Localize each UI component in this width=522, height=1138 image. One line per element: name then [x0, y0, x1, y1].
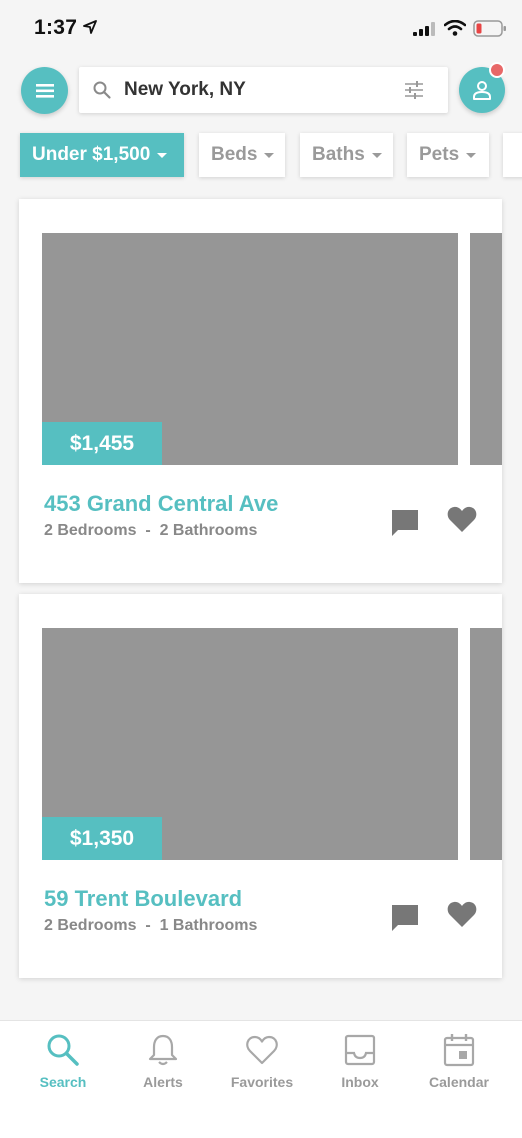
search-bar[interactable]: New York, NY: [79, 67, 448, 113]
search-icon: [47, 1034, 79, 1066]
filter-bar: Under $1,500 Beds Baths Pets: [0, 133, 522, 179]
tab-favorites[interactable]: Favorites: [217, 1033, 307, 1090]
filter-chip-baths[interactable]: Baths: [300, 133, 393, 177]
bottom-tab-bar: Search Alerts Favorites Inbox Calendar: [0, 1020, 522, 1138]
tab-search[interactable]: Search: [18, 1033, 108, 1090]
search-icon: [93, 81, 111, 99]
listing-address[interactable]: 453 Grand Central Ave: [44, 491, 278, 517]
filter-chip-beds[interactable]: Beds: [199, 133, 285, 177]
favorite-heart-icon[interactable]: [447, 505, 477, 533]
listing-price: $1,455: [42, 422, 162, 465]
listing-bathrooms: 2 Bathrooms: [159, 522, 258, 539]
filter-chip-label: Under $1,500: [32, 144, 151, 165]
listing-details: 2 Bedrooms - 2 Bathrooms: [44, 522, 257, 540]
location-arrow-icon: [83, 20, 97, 34]
filter-chip-label: Pets: [419, 144, 460, 165]
filter-chip-label: Baths: [312, 144, 365, 165]
filter-settings-icon[interactable]: [404, 81, 424, 99]
tab-calendar[interactable]: Calendar: [414, 1033, 504, 1090]
calendar-icon: [443, 1034, 475, 1067]
caret-down-icon: [157, 152, 168, 158]
tab-alerts[interactable]: Alerts: [118, 1033, 208, 1090]
message-icon[interactable]: [390, 903, 420, 933]
caret-down-icon: [466, 152, 477, 158]
filter-chip-more[interactable]: [503, 133, 522, 177]
favorite-heart-icon[interactable]: [447, 900, 477, 928]
listing-photo-next[interactable]: [470, 628, 502, 860]
filter-chip-pets[interactable]: Pets: [407, 133, 489, 177]
tab-label: Search: [39, 1074, 87, 1090]
status-bar: 1:37: [0, 0, 522, 58]
listing-bathrooms: 1 Bathrooms: [159, 917, 258, 934]
menu-button[interactable]: [21, 67, 68, 114]
user-icon: [473, 81, 491, 100]
menu-icon: [35, 83, 54, 98]
inbox-icon: [344, 1034, 376, 1066]
listing-card[interactable]: $1,455 453 Grand Central Ave 2 Bedrooms …: [19, 199, 502, 583]
wifi-icon: [444, 20, 466, 36]
filter-chip-label: Beds: [211, 144, 258, 165]
battery-icon: [473, 20, 506, 37]
search-input[interactable]: New York, NY: [124, 79, 246, 101]
tab-inbox[interactable]: Inbox: [315, 1033, 405, 1090]
details-separator: -: [145, 522, 151, 539]
listing-details: 2 Bedrooms - 1 Bathrooms: [44, 917, 257, 935]
caret-down-icon: [371, 152, 382, 158]
listing-price: $1,350: [42, 817, 162, 860]
notification-badge: [489, 62, 505, 78]
tab-label: Favorites: [230, 1074, 294, 1090]
tab-label: Calendar: [429, 1074, 489, 1090]
listing-photo-next[interactable]: [470, 233, 502, 465]
cellular-signal-icon: [413, 22, 435, 36]
caret-down-icon: [264, 152, 275, 158]
filter-chip-price[interactable]: Under $1,500: [20, 133, 184, 177]
listing-bedrooms: 2 Bedrooms: [44, 917, 137, 934]
details-separator: -: [145, 917, 151, 934]
listing-address[interactable]: 59 Trent Boulevard: [44, 886, 242, 912]
bell-icon: [148, 1034, 178, 1066]
listing-bedrooms: 2 Bedrooms: [44, 522, 137, 539]
tab-label: Inbox: [341, 1074, 379, 1090]
message-icon[interactable]: [390, 508, 420, 538]
status-time: 1:37: [34, 16, 78, 39]
heart-outline-icon: [246, 1035, 278, 1065]
tab-label: Alerts: [143, 1074, 183, 1090]
listing-card[interactable]: $1,350 59 Trent Boulevard 2 Bedrooms - 1…: [19, 594, 502, 978]
